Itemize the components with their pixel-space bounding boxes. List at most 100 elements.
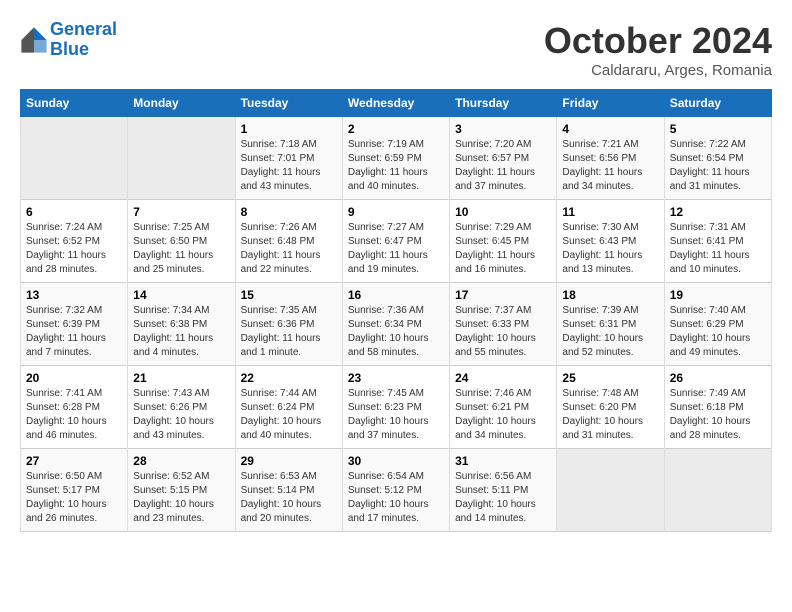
day-number: 2	[348, 122, 444, 136]
day-info: Sunrise: 6:50 AMSunset: 5:17 PMDaylight:…	[26, 470, 122, 526]
day-info: Sunrise: 7:48 AMSunset: 6:20 PMDaylight:…	[562, 387, 658, 443]
calendar-cell: 20 Sunrise: 7:41 AMSunset: 6:28 PMDayligh…	[21, 366, 128, 449]
day-number: 3	[455, 122, 551, 136]
column-header-saturday: Saturday	[664, 90, 771, 117]
logo: General Blue	[20, 20, 117, 60]
day-info: Sunrise: 7:29 AMSunset: 6:45 PMDaylight:…	[455, 221, 551, 277]
day-info: Sunrise: 6:52 AMSunset: 5:15 PMDaylight:…	[133, 470, 229, 526]
day-number: 8	[241, 205, 337, 219]
column-header-thursday: Thursday	[450, 90, 557, 117]
calendar-cell: 27 Sunrise: 6:50 AMSunset: 5:17 PMDayligh…	[21, 449, 128, 532]
day-info: Sunrise: 7:27 AMSunset: 6:47 PMDaylight:…	[348, 221, 444, 277]
calendar-cell	[664, 449, 771, 532]
day-info: Sunrise: 7:25 AMSunset: 6:50 PMDaylight:…	[133, 221, 229, 277]
calendar-cell: 30 Sunrise: 6:54 AMSunset: 5:12 PMDayligh…	[342, 449, 449, 532]
logo-text: General Blue	[50, 20, 117, 60]
calendar-cell: 3 Sunrise: 7:20 AMSunset: 6:57 PMDaylight…	[450, 117, 557, 200]
day-info: Sunrise: 7:44 AMSunset: 6:24 PMDaylight:…	[241, 387, 337, 443]
calendar-cell: 4Sunrise: 7:21 AMSunset: 6:56 PMDaylight…	[557, 117, 664, 200]
calendar-week-1: 1 Sunrise: 7:18 AMSunset: 7:01 PMDaylight…	[21, 117, 772, 200]
location-subtitle: Caldararu, Arges, Romania	[544, 62, 772, 79]
day-info: Sunrise: 6:53 AMSunset: 5:14 PMDaylight:…	[241, 470, 337, 526]
calendar-cell	[21, 117, 128, 200]
day-number: 1	[241, 122, 337, 136]
calendar-cell: 23 Sunrise: 7:45 AMSunset: 6:23 PMDayligh…	[342, 366, 449, 449]
column-header-tuesday: Tuesday	[235, 90, 342, 117]
column-header-wednesday: Wednesday	[342, 90, 449, 117]
day-number: 28	[133, 454, 229, 468]
day-number: 19	[670, 288, 766, 302]
day-info: Sunrise: 7:49 AMSunset: 6:18 PMDaylight:…	[670, 387, 766, 443]
calendar-cell: 1 Sunrise: 7:18 AMSunset: 7:01 PMDaylight…	[235, 117, 342, 200]
day-number: 12	[670, 205, 766, 219]
column-header-monday: Monday	[128, 90, 235, 117]
calendar-header-row: SundayMondayTuesdayWednesdayThursdayFrid…	[21, 90, 772, 117]
calendar-cell: 7 Sunrise: 7:25 AMSunset: 6:50 PMDaylight…	[128, 200, 235, 283]
day-number: 7	[133, 205, 229, 219]
calendar-cell: 19 Sunrise: 7:40 AMSunset: 6:29 PMDayligh…	[664, 283, 771, 366]
calendar-cell: 22 Sunrise: 7:44 AMSunset: 6:24 PMDayligh…	[235, 366, 342, 449]
day-number: 24	[455, 371, 551, 385]
calendar-cell: 26 Sunrise: 7:49 AMSunset: 6:18 PMDayligh…	[664, 366, 771, 449]
calendar-cell: 9 Sunrise: 7:27 AMSunset: 6:47 PMDaylight…	[342, 200, 449, 283]
day-number: 18	[562, 288, 658, 302]
day-number: 13	[26, 288, 122, 302]
month-title: October 2024	[544, 20, 772, 62]
calendar-cell: 29 Sunrise: 6:53 AMSunset: 5:14 PMDayligh…	[235, 449, 342, 532]
day-info: Sunrise: 7:22 AMSunset: 6:54 PMDaylight:…	[670, 138, 766, 194]
logo-line1: General	[50, 19, 117, 39]
day-number: 9	[348, 205, 444, 219]
calendar-cell: 13Sunrise: 7:32 AMSunset: 6:39 PMDayligh…	[21, 283, 128, 366]
calendar-cell: 11Sunrise: 7:30 AMSunset: 6:43 PMDayligh…	[557, 200, 664, 283]
day-info: Sunrise: 7:18 AMSunset: 7:01 PMDaylight:…	[241, 138, 337, 194]
day-info: Sunrise: 7:24 AMSunset: 6:52 PMDaylight:…	[26, 221, 122, 277]
day-number: 14	[133, 288, 229, 302]
day-info: Sunrise: 7:19 AMSunset: 6:59 PMDaylight:…	[348, 138, 444, 194]
title-block: October 2024 Caldararu, Arges, Romania	[544, 20, 772, 79]
calendar-cell: 18Sunrise: 7:39 AMSunset: 6:31 PMDayligh…	[557, 283, 664, 366]
column-header-sunday: Sunday	[21, 90, 128, 117]
day-number: 4	[562, 122, 658, 136]
day-number: 15	[241, 288, 337, 302]
calendar-cell: 25Sunrise: 7:48 AMSunset: 6:20 PMDayligh…	[557, 366, 664, 449]
day-info: Sunrise: 7:30 AMSunset: 6:43 PMDaylight:…	[562, 221, 658, 277]
day-number: 27	[26, 454, 122, 468]
day-info: Sunrise: 7:36 AMSunset: 6:34 PMDaylight:…	[348, 304, 444, 360]
day-info: Sunrise: 7:41 AMSunset: 6:28 PMDaylight:…	[26, 387, 122, 443]
day-info: Sunrise: 7:43 AMSunset: 6:26 PMDaylight:…	[133, 387, 229, 443]
calendar-cell: 14 Sunrise: 7:34 AMSunset: 6:38 PMDayligh…	[128, 283, 235, 366]
calendar-week-2: 6 Sunrise: 7:24 AMSunset: 6:52 PMDaylight…	[21, 200, 772, 283]
calendar-cell: 21Sunrise: 7:43 AMSunset: 6:26 PMDayligh…	[128, 366, 235, 449]
day-number: 22	[241, 371, 337, 385]
day-info: Sunrise: 7:45 AMSunset: 6:23 PMDaylight:…	[348, 387, 444, 443]
day-info: Sunrise: 6:56 AMSunset: 5:11 PMDaylight:…	[455, 470, 551, 526]
calendar-cell: 10Sunrise: 7:29 AMSunset: 6:45 PMDayligh…	[450, 200, 557, 283]
day-number: 30	[348, 454, 444, 468]
calendar-cell: 12Sunrise: 7:31 AMSunset: 6:41 PMDayligh…	[664, 200, 771, 283]
calendar-table: SundayMondayTuesdayWednesdayThursdayFrid…	[20, 89, 772, 532]
calendar-cell: 2 Sunrise: 7:19 AMSunset: 6:59 PMDaylight…	[342, 117, 449, 200]
day-number: 6	[26, 205, 122, 219]
day-info: Sunrise: 7:40 AMSunset: 6:29 PMDaylight:…	[670, 304, 766, 360]
calendar-cell: 24 Sunrise: 7:46 AMSunset: 6:21 PMDayligh…	[450, 366, 557, 449]
day-info: Sunrise: 7:46 AMSunset: 6:21 PMDaylight:…	[455, 387, 551, 443]
day-number: 26	[670, 371, 766, 385]
calendar-body: 1 Sunrise: 7:18 AMSunset: 7:01 PMDaylight…	[21, 117, 772, 532]
day-info: Sunrise: 7:34 AMSunset: 6:38 PMDaylight:…	[133, 304, 229, 360]
logo-line2: Blue	[50, 39, 89, 59]
day-info: Sunrise: 7:20 AMSunset: 6:57 PMDaylight:…	[455, 138, 551, 194]
day-number: 20	[26, 371, 122, 385]
column-header-friday: Friday	[557, 90, 664, 117]
day-info: Sunrise: 6:54 AMSunset: 5:12 PMDaylight:…	[348, 470, 444, 526]
day-number: 17	[455, 288, 551, 302]
day-number: 29	[241, 454, 337, 468]
calendar-cell	[557, 449, 664, 532]
calendar-cell: 17Sunrise: 7:37 AMSunset: 6:33 PMDayligh…	[450, 283, 557, 366]
calendar-week-5: 27 Sunrise: 6:50 AMSunset: 5:17 PMDayligh…	[21, 449, 772, 532]
calendar-week-3: 13Sunrise: 7:32 AMSunset: 6:39 PMDayligh…	[21, 283, 772, 366]
day-number: 23	[348, 371, 444, 385]
calendar-cell: 16Sunrise: 7:36 AMSunset: 6:34 PMDayligh…	[342, 283, 449, 366]
calendar-cell: 8Sunrise: 7:26 AMSunset: 6:48 PMDaylight…	[235, 200, 342, 283]
calendar-cell: 5Sunrise: 7:22 AMSunset: 6:54 PMDaylight…	[664, 117, 771, 200]
logo-icon	[20, 26, 48, 54]
